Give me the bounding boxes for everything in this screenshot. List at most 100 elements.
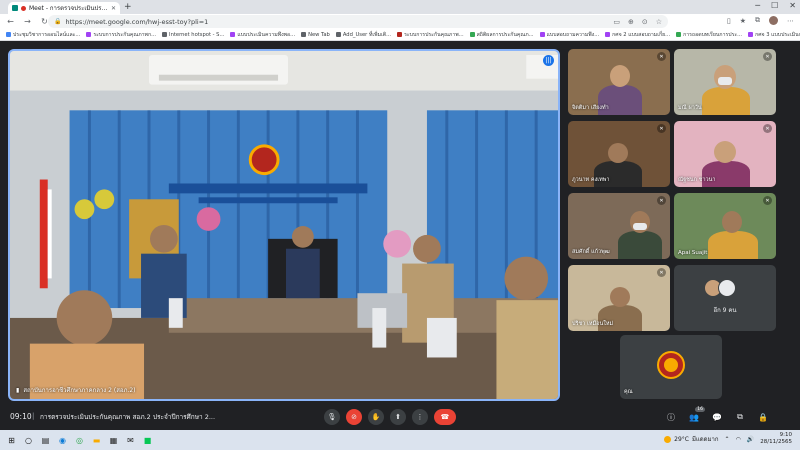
participant-video — [610, 65, 630, 87]
participant-tile[interactable]: ✕ จิตติมา เสียงทำ — [568, 49, 670, 115]
participant-tile[interactable]: ✕ มณี ผาวัน — [674, 49, 776, 115]
edge-browser-icon[interactable]: ◉ — [57, 435, 68, 446]
chat-icon[interactable]: 💬 — [710, 409, 724, 425]
participant-tile[interactable]: ✕ ณัฐชนก ชาวนา — [674, 121, 776, 187]
favorites-icon[interactable]: ★ — [740, 17, 746, 25]
more-participants-tile[interactable]: อีก 9 คน — [674, 265, 776, 331]
avatar — [718, 279, 736, 297]
bookmark-item[interactable]: แบบสอบถามความพึง... — [539, 31, 599, 39]
split-screen-icon[interactable]: ▯ — [727, 17, 731, 25]
file-explorer-icon[interactable]: ▬ — [91, 435, 102, 446]
bookmark-item[interactable]: กศจ 3 แบบประเมินก... — [748, 31, 800, 39]
forward-icon[interactable]: → — [23, 17, 32, 26]
meet-control-bar: 09:10 | การตรวจประเมินประกันคุณภาพ สอภ.2… — [0, 404, 800, 430]
bookmark-item[interactable]: สถิติผลการประกันคุณภ... — [469, 31, 534, 39]
bookmark-icon — [469, 32, 475, 37]
face-mask — [718, 77, 732, 85]
browser-tab-bar: Meet - การตรวจประเมินประกันคุณภาพ ✕ + ─ … — [0, 0, 800, 14]
profile-avatar[interactable] — [769, 16, 778, 25]
url-text: https://meet.google.com/hwj-esst-toy?pli… — [65, 17, 209, 26]
close-tab-icon[interactable]: ✕ — [111, 5, 116, 12]
mail-icon[interactable]: ✉ — [125, 435, 136, 446]
camera-in-use-icon[interactable]: ▭ — [613, 18, 620, 26]
bookmark-item[interactable]: การถอดบทเรียนการประ... — [676, 31, 742, 39]
bookmark-item[interactable]: New Tab — [301, 32, 330, 38]
bookmark-item[interactable]: Add_User ที่เพิ่มเติ... — [335, 31, 391, 39]
bookmark-item[interactable]: ระบบการประกันคุณภาพก... — [86, 31, 156, 39]
bookmark-icon — [301, 32, 307, 37]
bookmark-item[interactable]: Internet hotspot - S... — [162, 32, 224, 38]
bookmark-item[interactable]: แบบประเมินความพึงพอ... — [230, 31, 295, 39]
main-video-tile[interactable]: ||| ▮ สถาบันการอาชีวศึกษาภาคกลาง 2 (สอภ.… — [8, 49, 560, 401]
camera-off-button[interactable]: ⊘ — [346, 409, 362, 425]
store-icon[interactable]: ▦ — [108, 435, 119, 446]
activities-icon[interactable]: ⧉ — [733, 409, 747, 425]
zoom-icon[interactable]: ⊙ — [642, 18, 648, 26]
bookmarks-bar: ประชุมวิชาการออนไลน์และ... ระบบการประกัน… — [0, 29, 800, 41]
system-time: 9:10 — [779, 432, 792, 438]
raise-hand-button[interactable]: ✋ — [368, 409, 384, 425]
menu-icon[interactable]: ⋯ — [787, 17, 794, 25]
people-icon[interactable]: 👥 16 — [687, 407, 705, 425]
main-participant-name: สถาบันการอาชีวศึกษาภาคกลาง 2 (สอภ.2) — [23, 387, 136, 394]
search-icon[interactable]: ○ — [23, 435, 34, 446]
leave-call-button[interactable]: ☎ — [434, 409, 456, 425]
new-tab-icon[interactable]: + — [124, 2, 132, 12]
participant-video — [702, 87, 750, 115]
show-hidden-icons-icon[interactable]: ⌃ — [725, 436, 730, 443]
bookmark-icon — [86, 32, 92, 37]
collections-icon[interactable]: ⧉ — [755, 16, 760, 25]
more-options-button[interactable]: ⋮ — [412, 409, 428, 425]
close-window-icon[interactable]: ✕ — [789, 1, 796, 10]
meeting-title: การตรวจประเมินประกันคุณภาพ สอภ.2 ประจำปี… — [40, 413, 216, 421]
self-view-name: คุณ — [624, 389, 633, 395]
system-date: 28/11/2565 — [760, 439, 792, 445]
bookmark-item[interactable]: กศจ 2 แบบสอบถามเกี่ย... — [605, 31, 670, 39]
host-controls-icon[interactable]: 🔒 — [756, 409, 770, 425]
lock-icon[interactable]: 🔒 — [54, 18, 61, 25]
chrome-browser-icon[interactable]: ◎ — [74, 435, 85, 446]
mic-muted-icon: ✕ — [657, 268, 666, 277]
present-screen-button[interactable]: ⬆ — [390, 409, 406, 425]
people-count-badge: 16 — [695, 407, 705, 412]
meeting-clock: 09:10 — [10, 412, 32, 421]
participant-video — [610, 287, 630, 307]
more-participants-avatars — [704, 279, 736, 297]
more-participants-label: อีก 9 คน — [713, 307, 737, 314]
meeting-room-video — [10, 51, 558, 399]
window-controls: ─ ☐ ✕ — [755, 1, 796, 10]
participant-name: Apai Suajit — [678, 250, 708, 256]
mic-muted-icon: ✕ — [657, 124, 666, 133]
minimize-icon[interactable]: ─ — [755, 1, 760, 10]
back-icon[interactable]: ← — [6, 17, 15, 26]
install-app-icon[interactable]: ⊕ — [628, 18, 634, 26]
bookmark-icon — [676, 32, 682, 37]
wifi-icon[interactable]: ◠ — [736, 436, 741, 443]
self-view-tile[interactable]: คุณ — [620, 335, 722, 399]
mic-muted-icon: ✕ — [763, 124, 772, 133]
participant-tile[interactable]: ✕ ภูวนาท คงเทพา — [568, 121, 670, 187]
microphone-button[interactable]: 🎙 — [324, 409, 340, 425]
participant-tile[interactable]: ✕ Apai Suajit — [674, 193, 776, 259]
system-clock[interactable]: 9:10 28/11/2565 — [760, 432, 792, 446]
bookmark-item[interactable]: ระบบการประกันคุณภาพ... — [397, 31, 464, 39]
meet-favicon-icon — [12, 5, 18, 11]
recording-dot-icon — [21, 5, 26, 11]
task-view-icon[interactable]: ▤ — [40, 435, 51, 446]
maximize-icon[interactable]: ☐ — [771, 1, 778, 10]
volume-icon[interactable]: 🔊 — [747, 436, 754, 443]
meeting-info-icon[interactable]: ⓘ — [664, 409, 678, 425]
bookmark-item[interactable]: ประชุมวิชาการออนไลน์และ... — [6, 31, 80, 39]
pin-icon[interactable]: ▮ — [16, 387, 19, 394]
participant-video — [714, 141, 736, 163]
windows-start-icon[interactable]: ⊞ — [6, 435, 17, 446]
participant-tile[interactable]: ✕ ปริชา เหมือนใหม่ — [568, 265, 670, 331]
line-app-icon[interactable]: ■ — [142, 435, 153, 446]
participant-tile[interactable]: ✕ สมศักดิ์ แก้วพุฒ — [568, 193, 670, 259]
browser-toolbar: ← → ↻ 🔒 https://meet.google.com/hwj-esst… — [0, 14, 800, 29]
browser-tab[interactable]: Meet - การตรวจประเมินประกันคุณภาพ ✕ — [8, 2, 120, 14]
weather-widget[interactable]: 29°C มีแดดมาก — [664, 434, 719, 444]
address-bar[interactable]: 🔒 https://meet.google.com/hwj-esst-toy?p… — [48, 15, 668, 28]
participant-video — [608, 143, 628, 163]
bookmark-star-icon[interactable]: ☆ — [656, 18, 662, 26]
